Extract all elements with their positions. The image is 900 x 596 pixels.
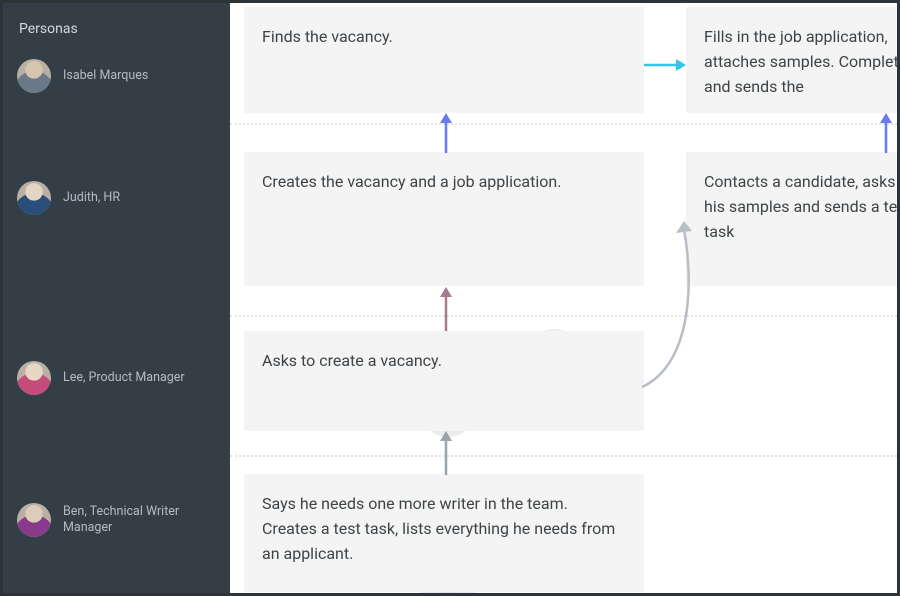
persona-name: Lee, Product Manager: [63, 370, 185, 386]
card-ben-says[interactable]: Says he needs one more writer in the tea…: [244, 474, 644, 592]
card-text: Says he needs one more writer in the tea…: [262, 494, 615, 563]
arrow-isabel-right: [644, 55, 686, 75]
arrow-judith-to-isabel-right: [876, 113, 896, 153]
card-text: Contacts a candidate, asks for his sampl…: [704, 172, 897, 241]
journey-canvas[interactable]: Finds the vacancy. Fills in the job appl…: [230, 3, 897, 593]
persona-ben[interactable]: Ben, Technical Writer Manager: [3, 503, 230, 537]
lane-divider: [230, 315, 897, 317]
persona-judith[interactable]: Judith, HR: [3, 181, 230, 215]
persona-lee[interactable]: Lee, Product Manager: [3, 361, 230, 395]
app-frame: Personas Isabel Marques Judith, HR Lee, …: [3, 3, 897, 593]
card-isabel-fills[interactable]: Fills in the job application, attaches s…: [686, 7, 897, 113]
card-text: Finds the vacancy.: [262, 27, 393, 46]
card-judith-creates[interactable]: Creates the vacancy and a job applicatio…: [244, 152, 644, 286]
sidebar-title: Personas: [3, 21, 230, 45]
card-judith-contacts[interactable]: Contacts a candidate, asks for his sampl…: [686, 152, 897, 286]
avatar: [17, 181, 51, 215]
arrow-judith-to-isabel: [436, 113, 456, 153]
card-isabel-finds[interactable]: Finds the vacancy.: [244, 7, 644, 113]
lane-divider: [230, 123, 897, 125]
avatar: [17, 59, 51, 93]
avatar: [17, 361, 51, 395]
persona-isabel[interactable]: Isabel Marques: [3, 59, 230, 93]
persona-name: Isabel Marques: [63, 68, 148, 84]
persona-name: Ben, Technical Writer Manager: [63, 504, 213, 537]
personas-sidebar: Personas Isabel Marques Judith, HR Lee, …: [3, 3, 230, 593]
persona-name: Judith, HR: [63, 190, 120, 206]
arrow-ben-to-lee: [436, 431, 456, 475]
lane-divider: [230, 455, 897, 457]
card-lee-asks[interactable]: Asks to create a vacancy.: [244, 331, 644, 431]
card-text: Creates the vacancy and a job applicatio…: [262, 172, 561, 191]
card-text: Asks to create a vacancy.: [262, 351, 442, 370]
card-text: Fills in the job application, attaches s…: [704, 27, 897, 96]
avatar: [17, 503, 51, 537]
arrow-lee-to-judith: [436, 287, 456, 331]
